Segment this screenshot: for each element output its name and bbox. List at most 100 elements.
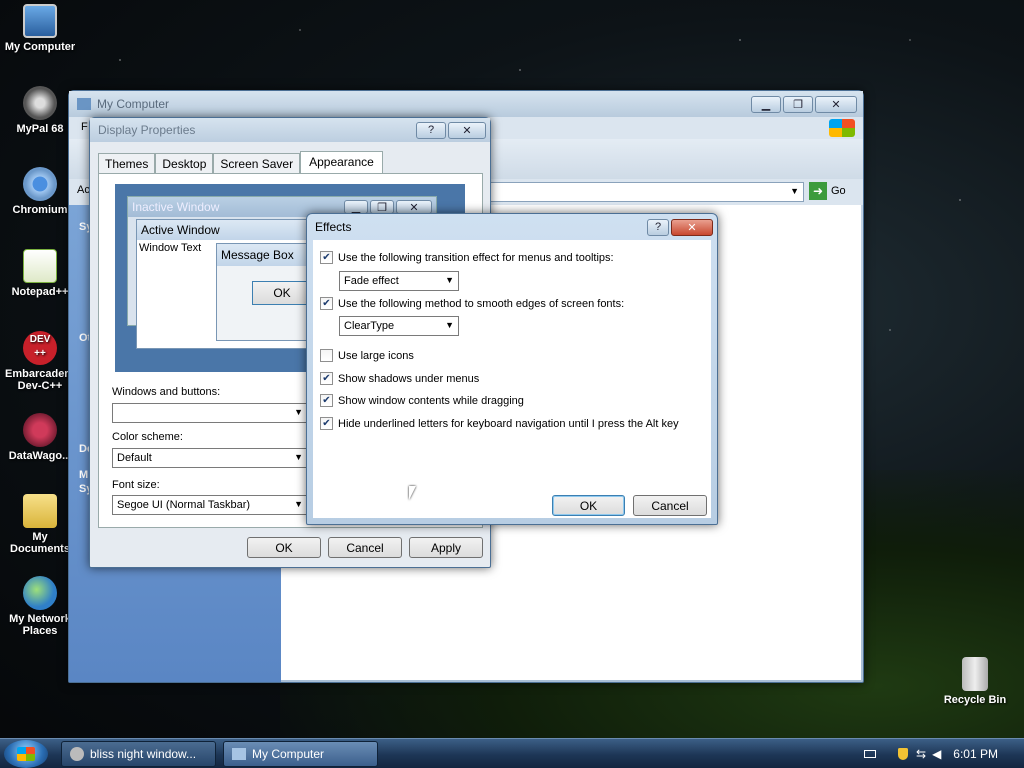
ok-button[interactable]: OK [552,495,625,516]
preview-inactive-title: Inactive Window [132,200,220,214]
datawago-icon [23,413,57,447]
desktop-icon-label: Notepad++ [11,286,69,298]
task-pane-fragment: M [79,469,89,481]
preview-maximize: ❐ [370,200,394,214]
chevron-down-icon: ▼ [445,320,454,330]
windows-buttons-select[interactable]: ▼ [112,403,308,423]
desktop-icon-label: Embarcadero Dev-C++ [5,368,76,392]
font-size-select[interactable]: Segoe UI (Normal Taskbar) ▼ [112,495,308,515]
notepadpp-icon [23,249,57,283]
preview-ok-button: OK [252,281,312,305]
chromium-icon [23,167,57,201]
smooth-fonts-checkbox[interactable]: ✔ Use the following method to smooth edg… [320,297,624,310]
computer-icon [232,748,246,760]
address-label: Ac [77,184,90,196]
transition-effect-checkbox[interactable]: ✔ Use the following transition effect fo… [320,251,614,264]
start-button[interactable] [4,740,48,768]
tab-strip: Themes Desktop Screen Saver Appearance [98,151,383,173]
taskbar-item-my-computer[interactable]: My Computer [223,741,378,767]
clock[interactable]: 6:01 PM [953,747,998,761]
raccoon-icon [70,747,84,761]
font-size-label: Font size: [112,479,160,491]
chevron-down-icon: ▼ [445,275,454,285]
devcpp-icon: DEV ++ [23,331,57,365]
desktop-icon-label: My Documents [10,531,70,555]
tab-appearance[interactable]: Appearance [300,151,383,173]
windows-logo-icon [17,747,35,761]
system-tray: ⇆ ◀ 6:01 PM [864,742,1024,766]
volume-icon[interactable]: ◀ [932,747,941,761]
windows-flag-icon [829,119,855,137]
chevron-down-icon: ▼ [294,452,303,462]
desktop-icon-label: My Network Places [9,613,71,637]
minimize-button[interactable]: ▁ [751,95,781,113]
checkbox-empty [320,349,333,362]
desktop-icon-label: MyPal 68 [16,123,64,135]
effects-titlebar[interactable]: Effects ? ✕ [307,214,717,240]
color-scheme-label: Color scheme: [112,431,183,443]
go-arrow-icon: ➜ [809,182,827,200]
dialog-title: Effects [315,220,352,234]
effects-dialog[interactable]: Effects ? ✕ ✔ Use the following transiti… [306,213,718,525]
menu-shadows-checkbox[interactable]: ✔ Show shadows under menus [320,372,479,385]
computer-icon [77,98,91,110]
preview-close: ✕ [396,200,432,214]
help-button[interactable]: ? [647,218,669,236]
recycle-bin-icon [962,657,988,691]
help-button[interactable]: ? [416,121,446,139]
checkmark-icon: ✔ [320,251,333,264]
raccoon-icon [23,86,57,120]
address-input[interactable]: ▼ [489,182,804,202]
cancel-button[interactable]: Cancel [633,495,707,516]
preview-message-title: Message Box [217,244,315,266]
menu-fragment: F [81,121,88,133]
color-scheme-select[interactable]: Default ▼ [112,448,308,468]
mouse-cursor-icon [409,486,416,500]
go-button[interactable]: ➜ Go [809,182,846,200]
close-button[interactable]: ✕ [448,121,486,139]
preview-minimize: ▁ [344,200,368,214]
tab-themes[interactable]: Themes [98,153,156,173]
window-title: My Computer [97,97,170,111]
my-computer-titlebar[interactable]: My Computer ▁ ❐ ✕ [69,91,863,117]
dialog-title: Display Properties [98,123,196,137]
desktop-icon-my-computer[interactable]: My Computer [0,4,80,53]
checkmark-icon: ✔ [320,372,333,385]
preview-message-box: Message Box OK [216,243,316,341]
cancel-button[interactable]: Cancel [328,537,402,558]
desktop-icon-label: DataWago... [8,450,72,462]
network-globe-icon [23,576,57,610]
taskbar: bliss night window... My Computer ⇆ ◀ 6:… [0,738,1024,768]
desktop-icon-label: Chromium [12,204,68,216]
maximize-button[interactable]: ❐ [783,95,813,113]
ok-button[interactable]: OK [247,537,321,558]
tab-desktop[interactable]: Desktop [155,153,214,173]
display-properties-titlebar[interactable]: Display Properties ? ✕ [90,118,490,142]
chevron-down-icon: ▼ [294,499,303,509]
close-button[interactable]: ✕ [671,218,713,236]
tab-screen-saver[interactable]: Screen Saver [213,153,301,173]
desktop-icon-label: My Computer [4,41,76,53]
desktop-icon-recycle-bin[interactable]: Recycle Bin [935,657,1015,706]
desktop-icon-label: Recycle Bin [943,694,1007,706]
taskbar-item-bliss[interactable]: bliss night window... [61,741,216,767]
computer-icon [23,4,57,38]
checkmark-icon: ✔ [320,417,333,430]
keyboard-icon[interactable] [864,750,876,758]
transition-effect-select[interactable]: Fade effect ▼ [339,271,459,291]
chevron-down-icon[interactable]: ▼ [790,186,799,196]
smooth-fonts-select[interactable]: ClearType ▼ [339,316,459,336]
effects-body: ✔ Use the following transition effect fo… [313,240,711,518]
network-icon[interactable]: ⇆ [916,747,926,761]
apply-button[interactable]: Apply [409,537,483,558]
chevron-down-icon: ▼ [294,407,303,417]
windows-buttons-label: Windows and buttons: [112,386,221,398]
drag-contents-checkbox[interactable]: ✔ Show window contents while dragging [320,394,524,407]
checkmark-icon: ✔ [320,297,333,310]
folder-icon [23,494,57,528]
hide-underline-checkbox[interactable]: ✔ Hide underlined letters for keyboard n… [320,417,679,430]
close-button[interactable]: ✕ [815,95,857,113]
shield-icon[interactable] [898,748,908,760]
large-icons-checkbox[interactable]: Use large icons [320,349,414,362]
preview-active-title: Active Window [137,220,315,240]
